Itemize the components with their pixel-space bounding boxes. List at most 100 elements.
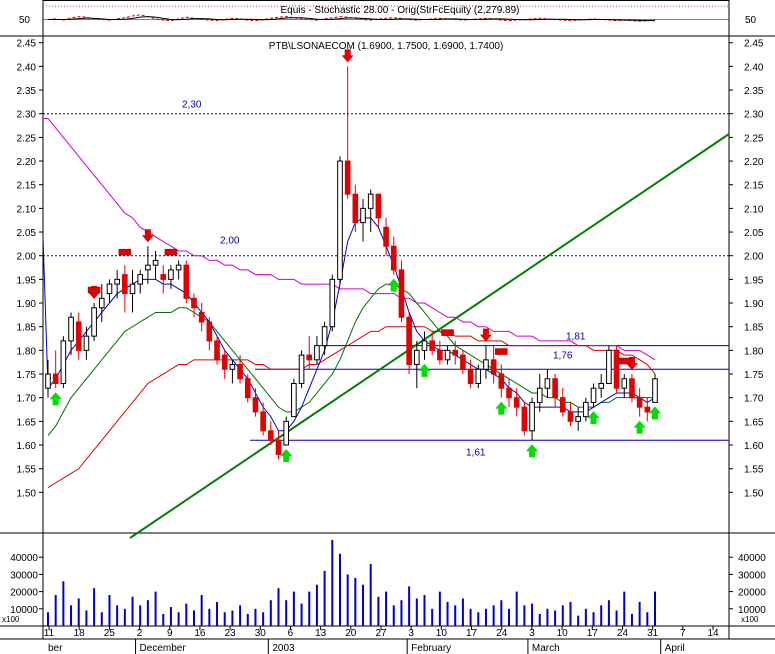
volume-bar-10	[123, 608, 126, 626]
candle-body-29	[268, 430, 274, 441]
candle-body-23	[221, 354, 228, 370]
candle-body-52	[444, 349, 451, 361]
volume-bar-41	[362, 584, 365, 626]
volume-bar-73	[607, 600, 610, 626]
buy-arrow-5	[526, 444, 539, 458]
candle-body-1	[52, 373, 59, 384]
price-tick-label-right-4: 1.70	[744, 394, 764, 405]
day-label-17: 10	[557, 628, 569, 639]
candle-body-77	[636, 397, 643, 408]
candle-body-38	[337, 160, 343, 280]
volume-bar-61	[515, 591, 518, 626]
price-tick-label-right-15: 2.25	[744, 133, 764, 144]
day-label-5: 16	[194, 628, 206, 639]
volume-bar-67	[561, 605, 564, 626]
candle-body-46	[398, 269, 405, 318]
volume-bar-52	[446, 601, 449, 626]
price-tick-label-left-6: 1.80	[17, 346, 37, 357]
volume-bar-34	[308, 591, 311, 626]
candle-body-19	[191, 297, 197, 309]
price-tick-label-right-13: 2.15	[744, 181, 764, 192]
day-label-21: 7	[680, 628, 686, 639]
volume-bar-63	[531, 603, 534, 626]
signal-marker-2	[164, 248, 178, 256]
candle-body-0	[45, 373, 51, 389]
candle-body-63	[529, 401, 535, 432]
day-label-15: 24	[496, 628, 508, 639]
candle-body-65	[544, 378, 551, 389]
candle-body-4	[75, 321, 82, 351]
price-tick-label-left-8: 1.90	[17, 299, 37, 310]
volume-bar-58	[492, 605, 495, 626]
volume-bar-50	[431, 608, 434, 626]
price-tick-label-left-10: 2.00	[17, 252, 37, 263]
volume-bar-4	[77, 598, 80, 626]
day-label-19: 24	[617, 628, 629, 639]
volume-bar-51	[438, 591, 441, 626]
day-label-10: 20	[345, 628, 357, 639]
day-label-1: 18	[74, 628, 86, 639]
candle-body-45	[390, 245, 397, 271]
volume-bar-76	[630, 613, 633, 626]
price-tick-label-left-15: 2.25	[17, 133, 37, 144]
candle-body-13	[145, 264, 151, 271]
day-label-14: 17	[466, 628, 478, 639]
candle-body-64	[536, 387, 543, 403]
day-label-13: 10	[436, 628, 448, 639]
volume-bar-45	[392, 605, 395, 626]
volume-bar-0	[47, 612, 49, 626]
candle-body-68	[567, 411, 574, 422]
volume-bar-19	[192, 610, 195, 626]
candle-body-51	[437, 349, 443, 361]
candle-body-15	[160, 274, 167, 280]
volume-bar-38	[338, 553, 341, 626]
candle-body-12	[137, 274, 144, 285]
volume-bar-6	[93, 588, 96, 626]
volume-bar-30	[277, 588, 280, 626]
ma-magenta-line	[47, 118, 656, 361]
candle-body-24	[229, 364, 236, 370]
buy-arrow-3	[418, 363, 431, 377]
volume-bar-1	[54, 595, 57, 626]
candle-body-60	[506, 387, 512, 399]
signal-marker-5	[618, 357, 631, 365]
volume-bar-20	[200, 595, 203, 626]
month-label-2: 2003	[272, 643, 295, 654]
price-tick-label-left-11: 2.05	[17, 228, 37, 239]
day-label-22: 14	[707, 628, 719, 639]
candle-body-48	[414, 349, 420, 366]
sell-arrow-3	[479, 328, 492, 342]
price-tick-label-left-14: 2.20	[17, 157, 37, 168]
volume-bar-14	[154, 591, 157, 626]
volume-bar-32	[292, 591, 295, 626]
volume-bar-40	[354, 577, 357, 626]
candle-body-43	[375, 193, 382, 219]
volume-bar-35	[315, 584, 318, 626]
price-tick-label-left-19: 2.45	[17, 39, 37, 50]
candle-body-7	[98, 297, 105, 309]
price-title: PTB\LSONAECOM (1.6900, 1.7500, 1.6900, 1…	[269, 41, 504, 52]
day-label-11: 27	[375, 628, 387, 639]
candle-body-37	[329, 278, 336, 328]
volume-bar-78	[646, 612, 649, 626]
candle-body-53	[452, 349, 459, 356]
price-tick-label-left-18: 2.40	[17, 62, 37, 73]
volume-bar-59	[500, 600, 503, 626]
candle-body-39	[344, 160, 351, 195]
candle-body-5	[83, 335, 90, 351]
volume-bar-11	[131, 596, 134, 626]
price-tick-label-right-10: 2.00	[744, 252, 764, 263]
signal-marker-1	[118, 248, 132, 256]
volume-bar-21	[208, 608, 211, 626]
price-tick-label-left-3: 1.65	[17, 417, 37, 428]
volume-unit-left: x100	[2, 615, 20, 624]
price-tick-label-left-0: 1.50	[17, 488, 37, 499]
volume-bar-3	[70, 605, 73, 626]
candle-body-36	[321, 326, 328, 347]
price-tick-label-left-7: 1.85	[17, 323, 37, 334]
price-tick-label-left-17: 2.35	[17, 86, 37, 97]
price-tick-label-left-2: 1.60	[17, 441, 37, 452]
volume-bar-24	[231, 610, 234, 626]
volume-bar-75	[623, 591, 626, 626]
candle-body-55	[467, 368, 474, 384]
